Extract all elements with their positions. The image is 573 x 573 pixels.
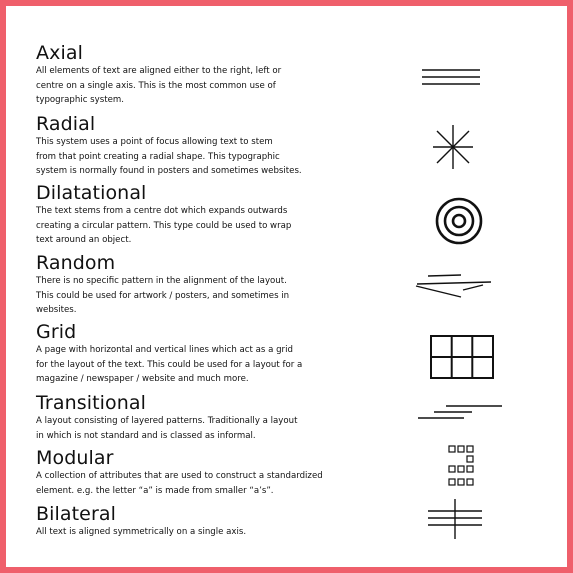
section-radial: Radial This system uses a point of focus… bbox=[36, 113, 376, 179]
section-title: Random bbox=[36, 252, 116, 274]
bilateral-axis-icon bbox=[426, 497, 484, 541]
section-grid: Grid A page with horizontal and vertical… bbox=[36, 321, 376, 387]
section-axial: Axial All elements of text are aligned e… bbox=[36, 42, 376, 108]
section-description: A layout consisting of layered patterns.… bbox=[36, 416, 298, 441]
section-description: The text stems from a centre dot which e… bbox=[36, 206, 292, 245]
section-description: This system uses a point of focus allowi… bbox=[36, 137, 302, 176]
section-description: All text is aligned symmetrically on a s… bbox=[36, 527, 247, 537]
grid-icon bbox=[429, 334, 495, 380]
section-modular: Modular A collection of attributes that … bbox=[36, 447, 376, 498]
section-title: Bilateral bbox=[36, 503, 117, 525]
three-horizontal-lines-icon bbox=[420, 66, 482, 88]
section-transitional: Transitional A layout consisting of laye… bbox=[36, 392, 376, 443]
layered-lines-icon bbox=[416, 403, 506, 423]
asterisk-star-icon bbox=[431, 123, 475, 171]
section-description: A collection of attributes that are used… bbox=[36, 471, 323, 496]
section-title: Dilatational bbox=[36, 182, 147, 204]
section-random: Random There is no specific pattern in t… bbox=[36, 252, 376, 318]
section-title: Modular bbox=[36, 447, 114, 469]
section-title: Axial bbox=[36, 42, 83, 64]
section-description: All elements of text are aligned either … bbox=[36, 66, 282, 105]
modular-squares-icon bbox=[447, 444, 475, 488]
section-description: A page with horizontal and vertical line… bbox=[36, 345, 303, 384]
section-bilateral: Bilateral All text is aligned symmetrica… bbox=[36, 503, 376, 540]
section-title: Transitional bbox=[36, 392, 147, 414]
concentric-circles-icon bbox=[434, 196, 484, 246]
section-title: Radial bbox=[36, 113, 96, 135]
section-dilatational: Dilatational The text stems from a centr… bbox=[36, 182, 376, 248]
section-description: There is no specific pattern in the alig… bbox=[36, 276, 290, 315]
section-title: Grid bbox=[36, 321, 77, 343]
scattered-lines-icon bbox=[413, 270, 493, 302]
